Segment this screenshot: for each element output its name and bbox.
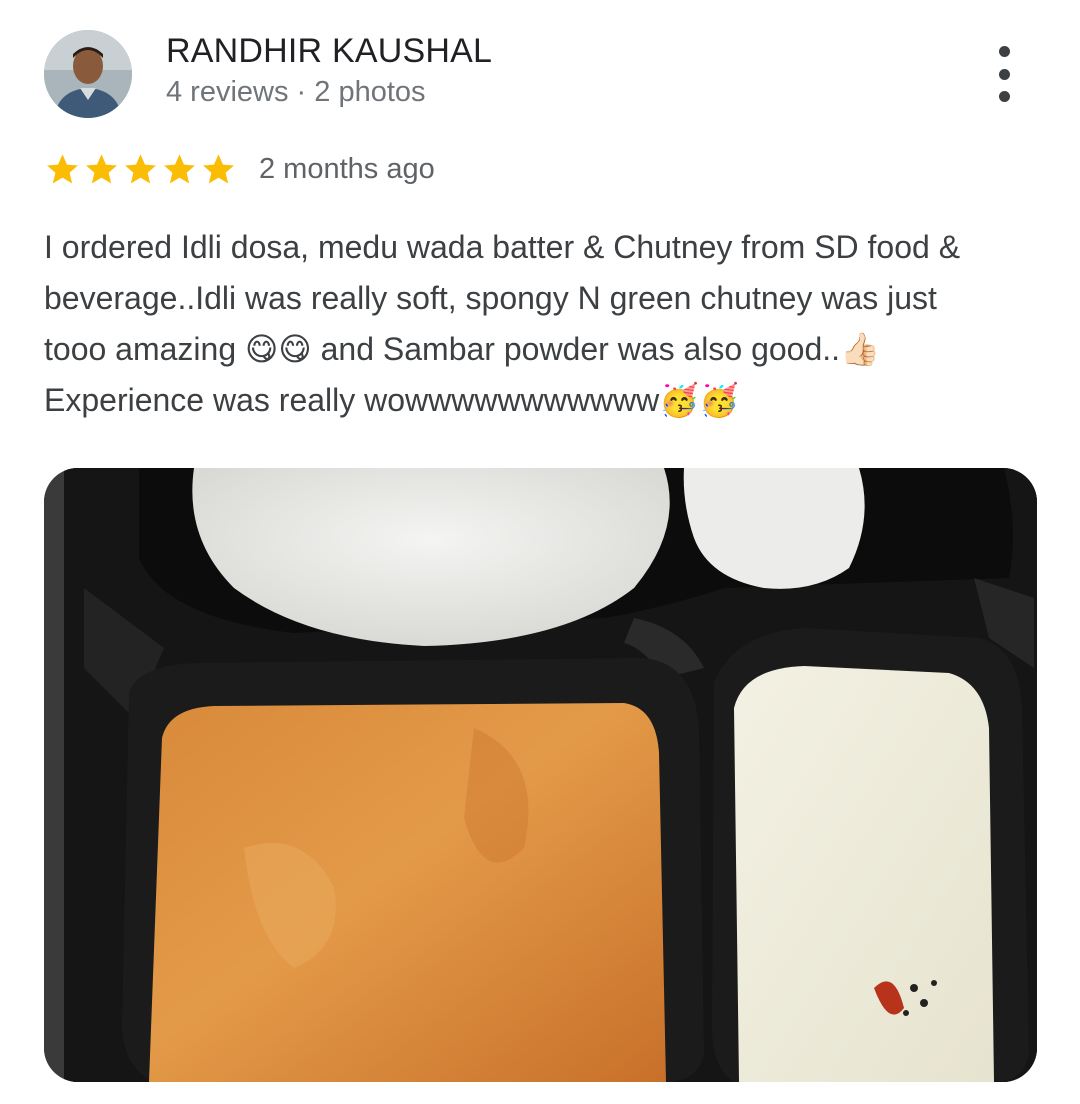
author-name[interactable]: RANDHIR KAUSHAL [166, 32, 492, 71]
star-icon [83, 151, 120, 188]
star-rating [44, 151, 237, 188]
more-options-button[interactable] [984, 46, 1024, 102]
star-icon [161, 151, 198, 188]
review-photo[interactable] [44, 468, 1037, 1082]
author-avatar[interactable] [44, 30, 132, 118]
review-text-line: Experience was really wowwwwwwwwwww🥳🥳 [44, 382, 739, 418]
food-photo-icon [44, 468, 1037, 1082]
review-text-line: beverage..Idli was really soft, spongy N… [44, 280, 937, 316]
review-text-line: tooo amazing 😋😋 and Sambar powder was al… [44, 331, 880, 367]
star-icon [44, 151, 81, 188]
author-meta: 4 reviews · 2 photos [166, 76, 426, 108]
more-vertical-icon [998, 46, 1010, 57]
star-icon [122, 151, 159, 188]
review-date: 2 months ago [259, 152, 435, 185]
review-text: I ordered Idli dosa, medu wada batter & … [44, 222, 1044, 426]
review-card: RANDHIR KAUSHAL 4 reviews · 2 photos 2 m… [0, 0, 1080, 1104]
review-text-line: I ordered Idli dosa, medu wada batter & … [44, 229, 961, 265]
star-icon [200, 151, 237, 188]
person-avatar-icon [44, 30, 132, 118]
rating-row: 2 months ago [44, 148, 435, 190]
